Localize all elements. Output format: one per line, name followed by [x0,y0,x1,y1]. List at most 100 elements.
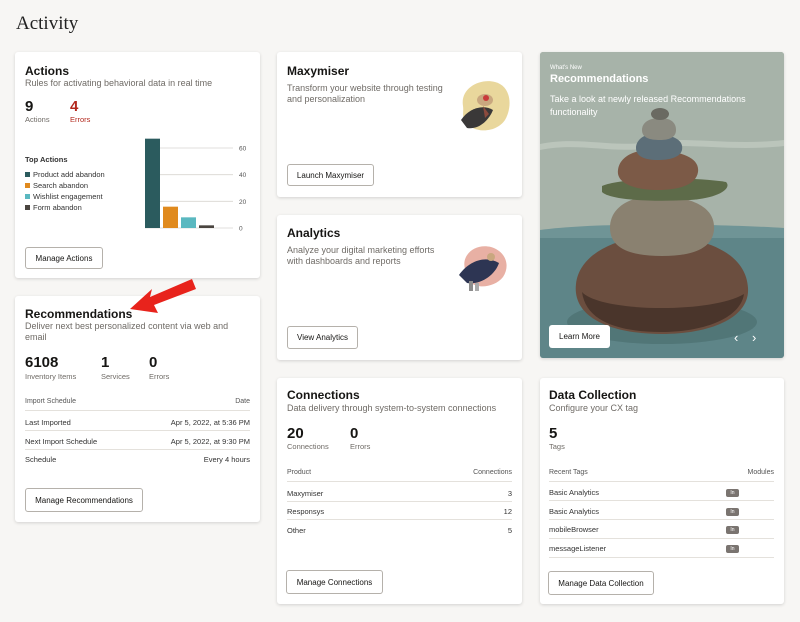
connections-card: Connections Data delivery through system… [277,378,522,604]
chart-tick-label: 60 [239,146,247,153]
divider [25,410,250,411]
legend-swatch [25,194,30,199]
row-value: Every 4 hours [203,455,250,464]
module-badge: In [726,526,739,534]
chart-tick-label: 0 [239,226,243,233]
actions-count-label: Actions [25,115,50,124]
connections-errors-count: 0 [350,425,359,442]
errors-count-label: Errors [70,115,91,124]
inventory-count: 6108 [25,354,59,371]
chart-tick-label: 40 [239,172,247,179]
top-actions-chart: 0 20 40 60 [145,138,247,233]
text-line: functionality [550,107,598,117]
maxymiser-card: Maxymiser Transform your website through… [277,52,522,197]
recommendations-subtitle: Deliver next best personalized content v… [25,321,228,343]
launch-maxymiser-button[interactable]: Launch Maxymiser [287,164,374,186]
manage-actions-button[interactable]: Manage Actions [25,247,103,269]
tags-count: 5 [549,425,558,442]
subtitle-line: and personalization [287,94,366,104]
whats-new-card: What's New Recommendations Take a look a… [540,52,784,358]
row-value: 3 [507,489,512,498]
divider [287,519,512,520]
tags-label: Tags [549,442,565,451]
data-collection-subtitle: Configure your CX tag [549,403,639,413]
actions-count: 9 [25,98,34,115]
divider [25,430,250,431]
whats-new-title: Recommendations [550,73,649,85]
module-badge: In [726,545,739,553]
top-actions-title: Top Actions [25,155,68,164]
divider [25,449,250,450]
services-count: 1 [101,354,110,371]
subtitle-line: Analyze your digital marketing efforts [287,245,435,255]
row-label: Next Import Schedule [25,437,98,446]
legend-swatch [25,205,30,210]
chart-tick-label: 20 [239,199,247,206]
connections-count-label: Connections [287,442,329,451]
analytics-card: Analytics Analyze your digital marketing… [277,215,522,360]
row-label: Maxymiser [287,489,324,498]
analytics-subtitle: Analyze your digital marketing efforts w… [287,245,434,267]
legend-swatch [25,183,30,188]
manage-recommendations-button[interactable]: Manage Recommendations [25,488,143,512]
tag-row-label: Basic Analytics [549,507,600,516]
learn-more-button[interactable]: Learn More [549,325,610,348]
maxymiser-illustration-icon [461,81,510,131]
carousel-prev-icon[interactable]: ‹ [734,330,738,345]
connections-header: Connections [473,469,512,476]
divider [287,501,512,502]
arrow-annotation-icon [130,279,196,313]
subtitle-line: Transform your website through testing [287,83,443,93]
rec-errors-label: Errors [149,372,170,381]
analytics-illustration-icon [459,246,507,291]
services-label: Services [101,372,130,381]
maxymiser-subtitle: Transform your website through testing a… [287,83,443,105]
data-collection-card: Data Collection Configure your CX tag 5 … [540,378,784,604]
actions-card: Actions Rules for activating behavioral … [15,52,260,278]
schedule-header-right: Date [235,398,250,405]
divider [549,557,774,558]
row-label: Schedule [25,455,57,464]
manage-connections-button[interactable]: Manage Connections [286,570,383,594]
carousel-next-icon[interactable]: › [752,330,756,345]
chart-bar[interactable] [145,138,160,228]
whats-new-text: Take a look at newly released Recommenda… [550,93,746,119]
subtitle-line: Deliver next best personalized content v… [25,321,229,331]
legend-label: Search abandon [33,181,89,190]
recommendations-title: Recommendations [25,307,133,321]
chart-bar[interactable] [163,206,178,228]
tag-row-label: messageListener [549,544,607,553]
row-value: 12 [503,507,512,516]
modules-header: Modules [747,469,774,476]
manage-data-collection-button[interactable]: Manage Data Collection [548,571,654,595]
maxymiser-title: Maxymiser [287,64,350,78]
tag-row-label: mobileBrowser [549,525,599,534]
actions-title: Actions [25,64,70,78]
row-value: Apr 5, 2022, at 5:36 PM [170,418,250,427]
legend-label: Wishlist engagement [33,192,103,201]
view-analytics-button[interactable]: View Analytics [287,326,358,349]
row-value: 5 [507,526,512,535]
divider [549,538,774,539]
actions-subtitle: Rules for activating behavioral data in … [25,78,213,88]
errors-count: 4 [70,98,79,115]
row-label: Last Imported [25,418,71,427]
divider [549,500,774,501]
recent-tags-header: Recent Tags [549,469,588,476]
product-header: Product [287,469,312,476]
schedule-header-left: Import Schedule [25,398,76,405]
connections-count: 20 [287,425,304,442]
divider [287,481,512,482]
row-value: Apr 5, 2022, at 9:30 PM [170,437,250,446]
connections-errors-label: Errors [350,442,371,451]
legend-label: Form abandon [33,203,82,212]
chart-bar[interactable] [181,217,196,228]
divider [549,519,774,520]
chart-bar[interactable] [199,225,214,228]
legend-swatch [25,172,30,177]
inventory-label: Inventory Items [25,372,77,381]
subtitle-line: with dashboards and reports [287,256,401,266]
whats-new-kicker: What's New [550,65,582,71]
tag-row-label: Basic Analytics [549,488,600,497]
text-line: Take a look at newly released Recommenda… [550,94,746,104]
